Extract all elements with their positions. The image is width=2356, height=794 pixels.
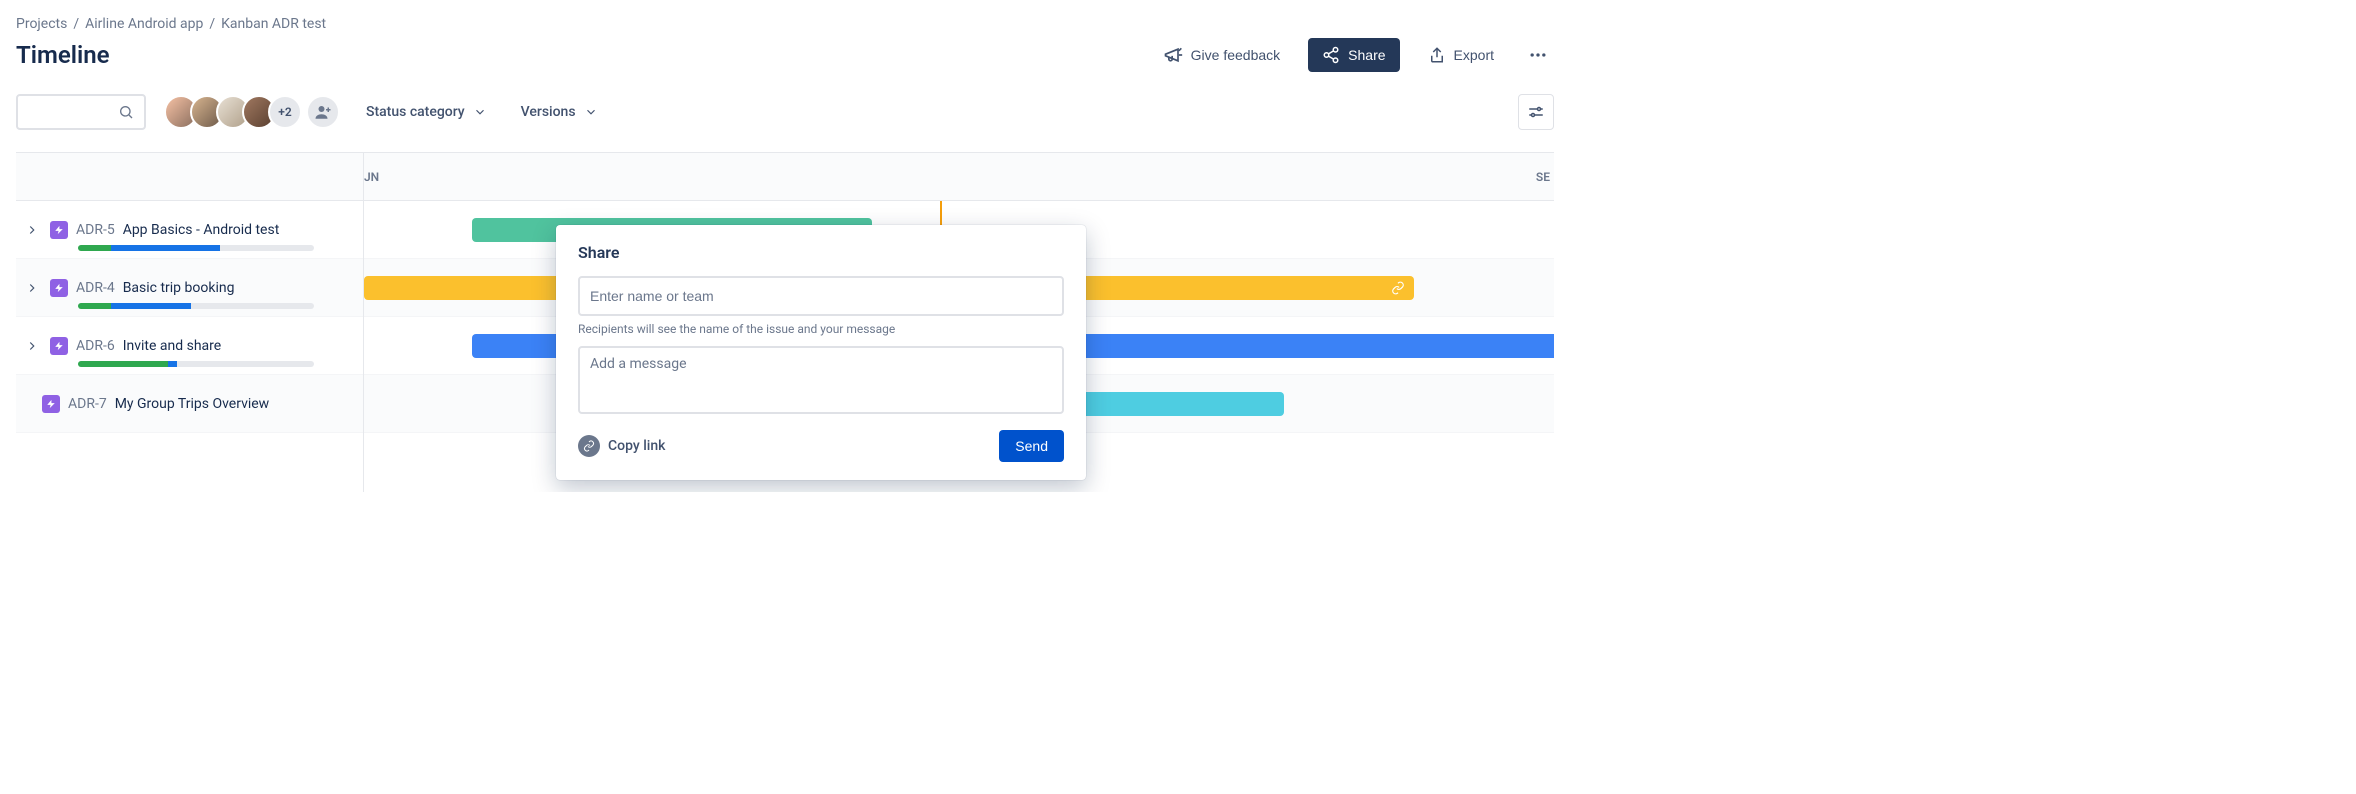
- status-category-filter[interactable]: Status category: [358, 98, 495, 126]
- copy-link-button[interactable]: Copy link: [578, 435, 665, 457]
- epic-icon: [42, 395, 60, 413]
- epic-icon: [50, 279, 68, 297]
- view-settings-button[interactable]: [1518, 94, 1554, 130]
- breadcrumb-project[interactable]: Airline Android app: [85, 16, 203, 32]
- epic-summary: Invite and share: [123, 338, 222, 354]
- link-icon[interactable]: [1386, 276, 1410, 300]
- versions-filter[interactable]: Versions: [513, 98, 606, 126]
- chevron-down-icon: [473, 105, 487, 119]
- breadcrumb: Projects / Airline Android app / Kanban …: [16, 16, 1554, 32]
- search-icon: [118, 104, 134, 120]
- copy-link-label: Copy link: [608, 438, 665, 454]
- share-label: Share: [1348, 47, 1385, 63]
- epic-key: ADR-5: [76, 222, 115, 238]
- share-button[interactable]: Share: [1308, 38, 1399, 72]
- share-help-text: Recipients will see the name of the issu…: [578, 322, 1064, 336]
- search-input[interactable]: [16, 94, 146, 130]
- epic-key: ADR-7: [68, 396, 107, 412]
- share-icon: [1322, 46, 1340, 64]
- epic-summary: My Group Trips Overview: [115, 396, 270, 412]
- status-category-label: Status category: [366, 104, 465, 120]
- sliders-icon: [1527, 103, 1545, 121]
- expand-button[interactable]: [22, 336, 42, 356]
- epic-row[interactable]: ADR-6 Invite and share: [16, 317, 363, 375]
- epic-icon: [50, 337, 68, 355]
- progress-bar: [78, 361, 314, 367]
- page-title: Timeline: [16, 41, 110, 69]
- breadcrumb-separator: /: [209, 16, 215, 32]
- send-button[interactable]: Send: [999, 430, 1064, 462]
- epic-row[interactable]: ADR-7 My Group Trips Overview: [16, 375, 363, 433]
- epic-list-pane: ADR-5 App Basics - Android test ADR-4 Ba…: [16, 153, 364, 492]
- export-icon: [1428, 46, 1446, 64]
- chevron-down-icon: [584, 105, 598, 119]
- export-button[interactable]: Export: [1416, 40, 1506, 70]
- share-popover-title: Share: [578, 243, 1064, 262]
- link-icon: [578, 435, 600, 457]
- timeline-container: ADR-5 App Basics - Android test ADR-4 Ba…: [16, 152, 1554, 492]
- epic-row[interactable]: ADR-5 App Basics - Android test: [16, 201, 363, 259]
- add-person-icon: [314, 103, 332, 121]
- chevron-right-icon: [25, 223, 39, 237]
- more-icon: [1528, 45, 1548, 65]
- breadcrumb-projects[interactable]: Projects: [16, 16, 67, 32]
- chevron-right-icon: [25, 339, 39, 353]
- breadcrumb-board[interactable]: Kanban ADR test: [221, 16, 326, 32]
- more-actions-button[interactable]: [1522, 39, 1554, 71]
- export-label: Export: [1454, 47, 1494, 63]
- assignee-avatars: +2: [164, 95, 340, 129]
- timeline-header: JN SE: [364, 153, 1554, 201]
- chevron-right-icon: [25, 281, 39, 295]
- expand-button[interactable]: [22, 278, 42, 298]
- epic-key: ADR-6: [76, 338, 115, 354]
- epic-list-header: [16, 153, 363, 201]
- megaphone-icon: [1163, 45, 1183, 65]
- avatar-overflow[interactable]: +2: [268, 95, 302, 129]
- month-label: JN: [364, 170, 379, 184]
- progress-bar: [78, 245, 314, 251]
- give-feedback-button[interactable]: Give feedback: [1151, 39, 1293, 71]
- epic-summary: App Basics - Android test: [123, 222, 280, 238]
- share-popover: Share Recipients will see the name of th…: [556, 225, 1086, 480]
- month-label: SE: [1536, 170, 1550, 184]
- versions-label: Versions: [521, 104, 576, 120]
- share-message-input[interactable]: [578, 346, 1064, 414]
- epic-icon: [50, 221, 68, 239]
- breadcrumb-separator: /: [73, 16, 79, 32]
- give-feedback-label: Give feedback: [1191, 47, 1281, 63]
- progress-bar: [78, 303, 314, 309]
- expand-button[interactable]: [22, 220, 42, 240]
- epic-summary: Basic trip booking: [123, 280, 235, 296]
- epic-row[interactable]: ADR-4 Basic trip booking: [16, 259, 363, 317]
- add-people-button[interactable]: [306, 95, 340, 129]
- share-name-input[interactable]: [578, 276, 1064, 316]
- epic-key: ADR-4: [76, 280, 115, 296]
